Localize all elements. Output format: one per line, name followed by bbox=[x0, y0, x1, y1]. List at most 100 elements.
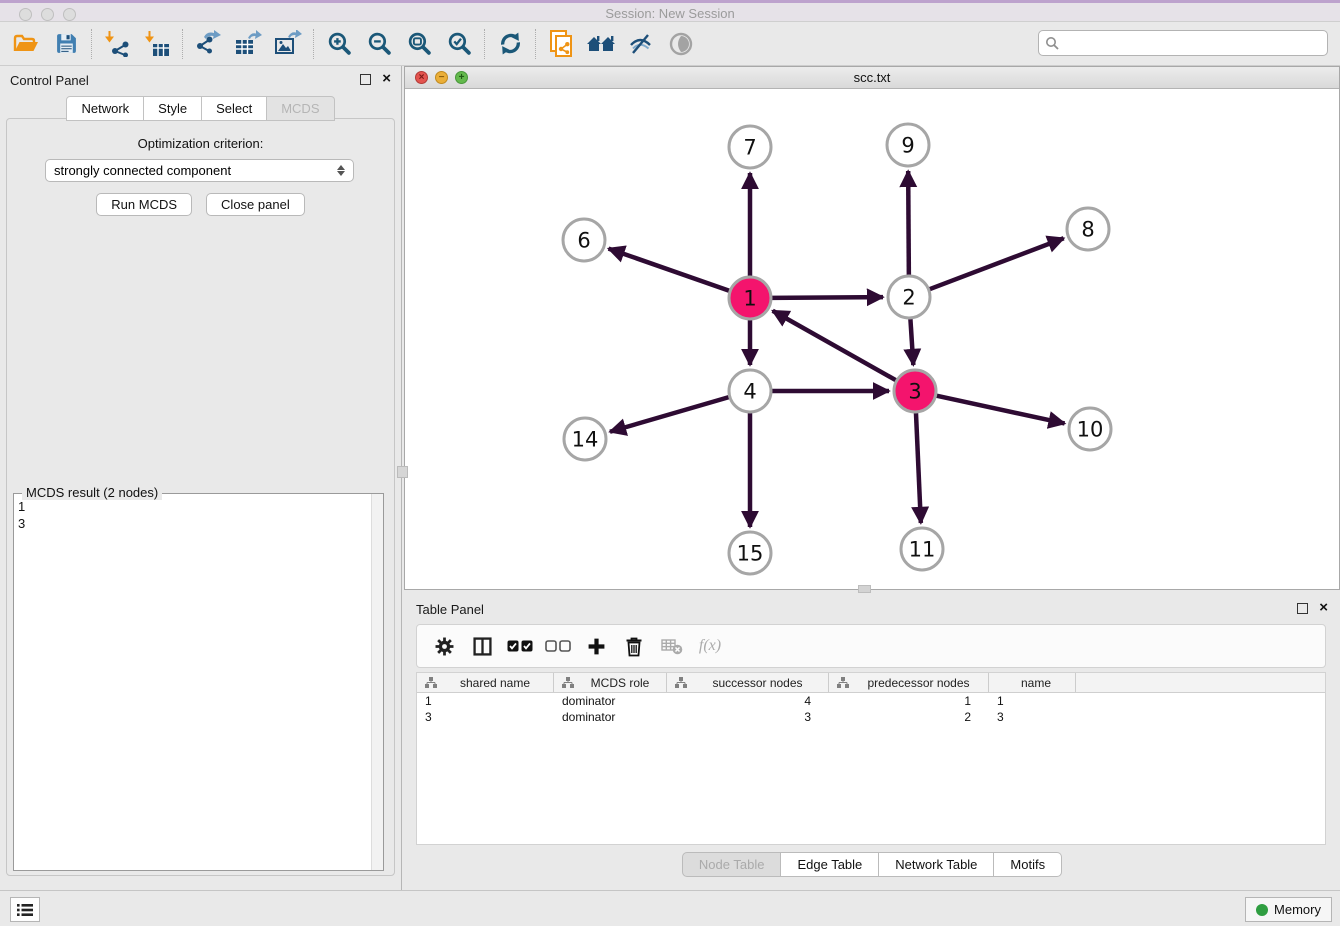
table-panel-tabs: Node TableEdge TableNetwork TableMotifs bbox=[404, 852, 1340, 877]
node-label-1: 1 bbox=[743, 287, 756, 311]
table-settings-gear-icon[interactable] bbox=[425, 628, 463, 664]
open-session-icon[interactable] bbox=[6, 26, 46, 62]
control-panel-tabs: NetworkStyleSelectMCDS bbox=[0, 96, 401, 121]
edge-2-8[interactable] bbox=[930, 238, 1064, 289]
select-stepper-icon bbox=[337, 165, 345, 176]
node-label-8: 8 bbox=[1081, 218, 1094, 242]
node-label-11: 11 bbox=[909, 538, 936, 562]
table-row[interactable]: 3dominator323 bbox=[417, 709, 1325, 725]
table-row[interactable]: 1dominator411 bbox=[417, 693, 1325, 709]
add-column-icon[interactable] bbox=[577, 628, 615, 664]
import-table-icon[interactable] bbox=[137, 26, 177, 62]
tab-style[interactable]: Style bbox=[144, 96, 202, 121]
cell-mcds-role: dominator bbox=[554, 709, 667, 725]
function-builder-icon[interactable]: f(x) bbox=[691, 628, 729, 664]
export-image-icon[interactable] bbox=[268, 26, 308, 62]
control-panel-title: Control Panel bbox=[10, 73, 89, 88]
cell-name: 3 bbox=[989, 709, 1076, 725]
delete-column-trash-icon[interactable] bbox=[615, 628, 653, 664]
column-header-predecessor-nodes[interactable]: predecessor nodes bbox=[829, 673, 989, 692]
memory-status-icon bbox=[1256, 904, 1268, 916]
tab-motifs[interactable]: Motifs bbox=[994, 852, 1062, 877]
column-view-icon[interactable] bbox=[463, 628, 501, 664]
node-label-7: 7 bbox=[743, 136, 756, 160]
toolbar-separator bbox=[182, 29, 183, 59]
memory-button[interactable]: Memory bbox=[1245, 897, 1332, 922]
export-table-icon[interactable] bbox=[228, 26, 268, 62]
node-label-9: 9 bbox=[901, 134, 914, 158]
network-resize-handle[interactable] bbox=[858, 585, 871, 593]
window-title: Session: New Session bbox=[0, 6, 1340, 21]
zoom-in-icon[interactable] bbox=[319, 26, 359, 62]
cell-predecessor-nodes: 1 bbox=[829, 693, 989, 709]
table-body: 1dominator4113dominator323 bbox=[417, 693, 1325, 725]
hide-selected-icon[interactable] bbox=[621, 26, 661, 62]
status-bar: Memory bbox=[0, 890, 1340, 926]
column-header-shared-name[interactable]: shared name bbox=[417, 673, 554, 692]
table-toolbar: f(x) bbox=[416, 624, 1326, 668]
close-panel-button[interactable]: Close panel bbox=[206, 193, 305, 216]
vertical-splitter-handle[interactable] bbox=[397, 466, 408, 478]
cell-successor-nodes: 3 bbox=[667, 709, 829, 725]
criterion-select[interactable]: strongly connected component bbox=[45, 159, 354, 182]
main-area: Control Panel × NetworkStyleSelectMCDS O… bbox=[0, 66, 1340, 890]
deselect-all-icon[interactable] bbox=[539, 628, 577, 664]
delete-table-icon[interactable] bbox=[653, 628, 691, 664]
import-network-icon[interactable] bbox=[97, 26, 137, 62]
search-input[interactable] bbox=[1064, 36, 1321, 50]
tab-edge-table[interactable]: Edge Table bbox=[781, 852, 879, 877]
cell-shared-name: 1 bbox=[417, 693, 554, 709]
float-panel-icon[interactable] bbox=[360, 74, 371, 85]
node-label-4: 4 bbox=[743, 380, 756, 404]
export-network-icon[interactable] bbox=[188, 26, 228, 62]
tab-select[interactable]: Select bbox=[202, 96, 267, 121]
toolbar-separator bbox=[313, 29, 314, 59]
first-neighbors-icon[interactable] bbox=[581, 26, 621, 62]
edge-1-2[interactable] bbox=[772, 297, 883, 298]
cell-successor-nodes: 4 bbox=[667, 693, 829, 709]
tab-mcds[interactable]: MCDS bbox=[267, 96, 334, 121]
cell-shared-name: 3 bbox=[417, 709, 554, 725]
edge-4-14[interactable] bbox=[610, 397, 729, 432]
select-all-icon[interactable] bbox=[501, 628, 539, 664]
run-mcds-button[interactable]: Run MCDS bbox=[96, 193, 192, 216]
column-header-successor-nodes[interactable]: successor nodes bbox=[667, 673, 829, 692]
column-header-mcds-role[interactable]: MCDS role bbox=[554, 673, 667, 692]
node-label-10: 10 bbox=[1077, 418, 1104, 442]
tab-node-table[interactable]: Node Table bbox=[682, 852, 782, 877]
list-icon bbox=[16, 903, 34, 917]
column-header-name[interactable]: name bbox=[989, 673, 1076, 692]
refresh-layout-icon[interactable] bbox=[490, 26, 530, 62]
zoom-fit-icon[interactable] bbox=[399, 26, 439, 62]
control-panel: Control Panel × NetworkStyleSelectMCDS O… bbox=[0, 66, 402, 890]
tab-network-table[interactable]: Network Table bbox=[879, 852, 994, 877]
show-all-icon[interactable] bbox=[661, 26, 701, 62]
zoom-out-icon[interactable] bbox=[359, 26, 399, 62]
network-canvas[interactable]: 7968124314101511 bbox=[405, 89, 1339, 589]
task-history-button[interactable] bbox=[10, 897, 40, 922]
result-scrollbar[interactable] bbox=[371, 494, 383, 870]
edge-3-10[interactable] bbox=[936, 396, 1064, 424]
edge-3-11[interactable] bbox=[916, 413, 921, 523]
close-panel-icon[interactable]: × bbox=[382, 70, 391, 88]
mcds-result-line: 1 bbox=[18, 498, 367, 515]
criterion-value: strongly connected component bbox=[54, 163, 337, 178]
optimization-criterion-label: Optimization criterion: bbox=[7, 136, 394, 151]
node-label-15: 15 bbox=[737, 542, 764, 566]
float-table-panel-icon[interactable] bbox=[1297, 603, 1308, 614]
network-window-titlebar: × − + scc.txt bbox=[405, 67, 1339, 89]
search-icon bbox=[1045, 36, 1059, 50]
save-session-icon[interactable] bbox=[46, 26, 86, 62]
duplicate-network-icon[interactable] bbox=[541, 26, 581, 62]
close-table-panel-icon[interactable]: × bbox=[1319, 599, 1328, 617]
tab-network[interactable]: Network bbox=[66, 96, 144, 121]
network-window-title: scc.txt bbox=[405, 70, 1339, 85]
edge-2-3[interactable] bbox=[910, 319, 913, 365]
mcds-result-list: 13 bbox=[18, 498, 367, 868]
edge-1-6[interactable] bbox=[609, 249, 730, 291]
zoom-selected-icon[interactable] bbox=[439, 26, 479, 62]
mcds-result-box: MCDS result (2 nodes) 13 bbox=[13, 493, 384, 871]
search-box bbox=[1038, 30, 1328, 56]
edge-3-1[interactable] bbox=[773, 311, 896, 380]
edge-2-9[interactable] bbox=[908, 171, 909, 275]
